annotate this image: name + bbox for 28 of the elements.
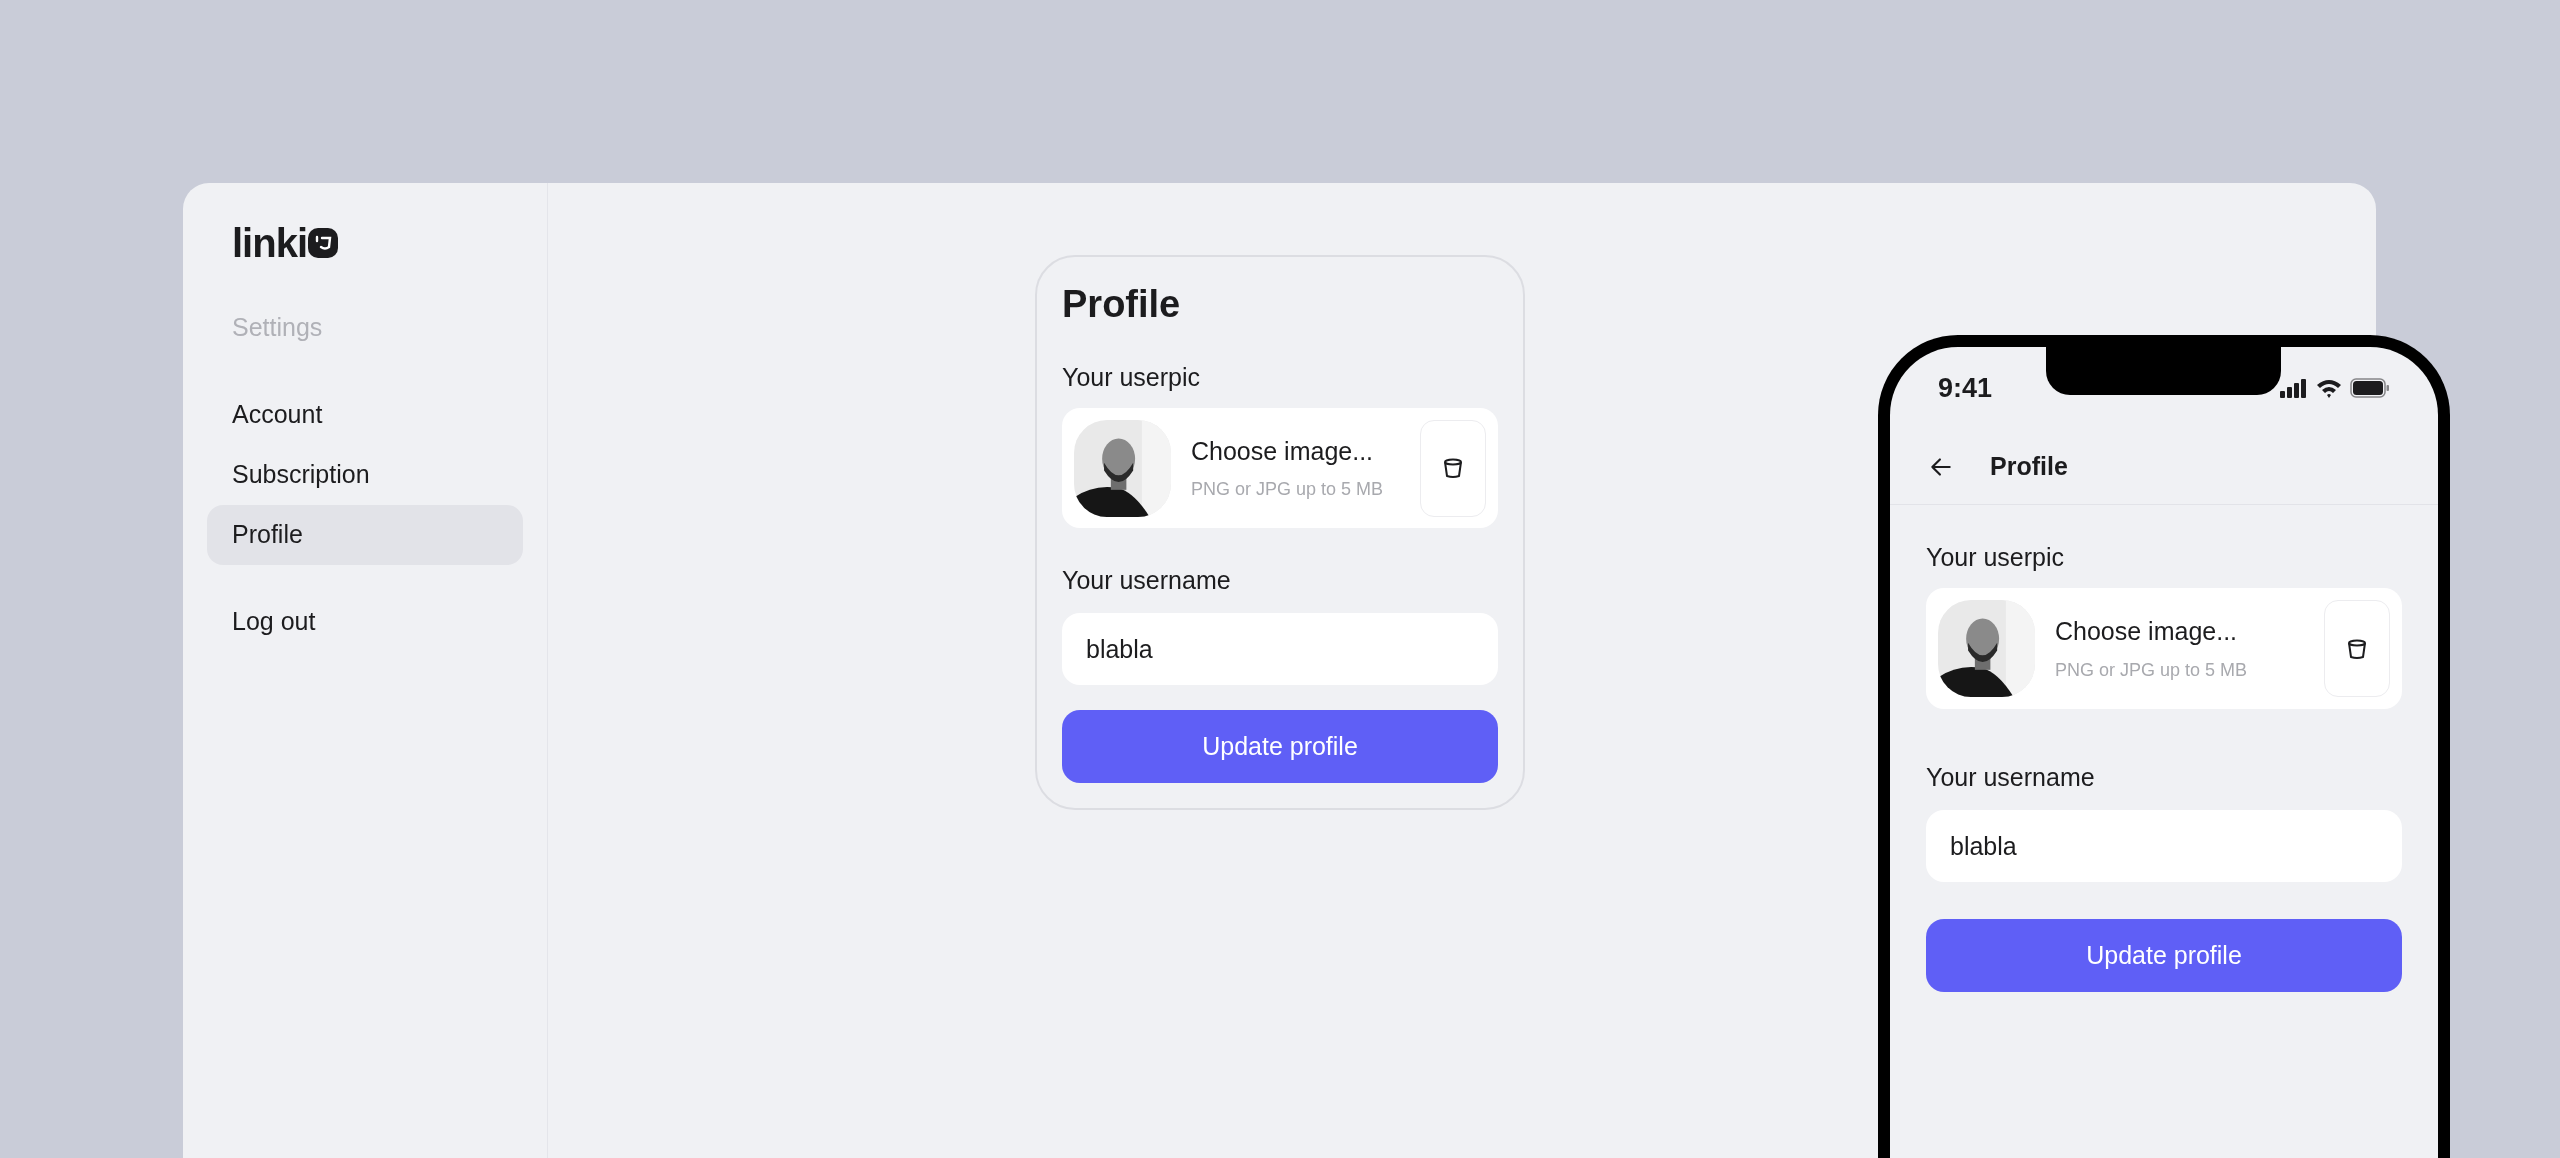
signal-icon: [2280, 378, 2308, 398]
sidebar-item[interactable]: Account: [207, 384, 523, 445]
field-label: Your userpic: [1926, 545, 2066, 570]
upload-hint: PNG or JPG up to 5 MB: [1191, 478, 1385, 502]
status-time: 9:41: [1938, 371, 1993, 405]
sidebar-item[interactable]: Profile: [207, 504, 523, 565]
sidebar-heading: Settings: [231, 312, 324, 343]
wifi-icon: [2316, 378, 2342, 398]
choose-image-link[interactable]: Choose image...: [2055, 613, 2304, 651]
upload-hint: PNG or JPG up to 5 MB: [2055, 658, 2249, 682]
screen-title: Profile: [1990, 450, 2068, 482]
update-profile-button[interactable]: Update profile: [1062, 710, 1498, 783]
delete-button[interactable]: [1420, 419, 1486, 517]
choose-image-link[interactable]: Choose image...: [1191, 432, 1400, 471]
field-label: Your username: [1926, 765, 2096, 790]
username-field[interactable]: blabla: [1062, 613, 1498, 685]
field-label: Your username: [1062, 568, 1232, 593]
card-title: Profile: [1062, 285, 1182, 323]
sidebar-item[interactable]: Subscription: [207, 444, 523, 505]
logo-text: linki: [232, 223, 308, 263]
field-label: Your userpic: [1062, 365, 1202, 390]
username-field[interactable]: blabla: [1926, 810, 2402, 882]
logout-link[interactable]: Log out: [207, 602, 523, 640]
delete-button[interactable]: [2324, 600, 2390, 697]
update-profile-button[interactable]: Update profile: [1926, 919, 2402, 992]
trash-icon: [1441, 456, 1465, 480]
logo-icon: [308, 228, 339, 258]
battery-icon: [2350, 378, 2390, 398]
